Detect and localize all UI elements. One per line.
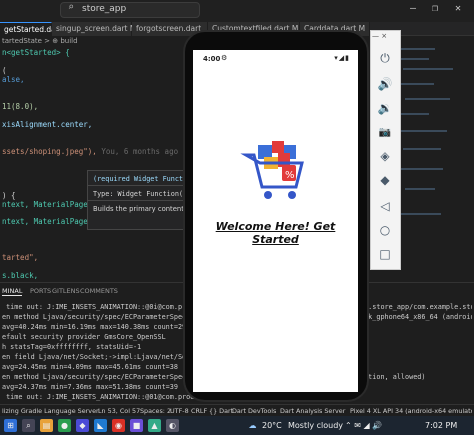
- console-line: sdk_gphone64_x86_64 (android-x64 emulato…: [360, 313, 472, 321]
- app-icon[interactable]: ●: [58, 419, 71, 432]
- console-line: ct.store_app/com.example.store_app.MainA…: [360, 303, 472, 311]
- hover-tooltip: (required Widget Function Type: Widget F…: [87, 170, 190, 230]
- volume-down-icon[interactable]: 🔉: [377, 100, 393, 116]
- status-time: 4:00: [203, 55, 221, 63]
- vscode-status-bar: lizing Gradle Language Server Ln 53, Col…: [0, 404, 474, 416]
- status-device[interactable]: Pixel 4 XL API 34 (android-x64 emulator): [350, 407, 472, 415]
- code-line: tarted",: [2, 253, 39, 262]
- settings-icon: ⚙: [221, 54, 228, 62]
- code-line: ) {: [2, 191, 16, 200]
- status-gradle[interactable]: lizing Gradle Language Server: [2, 407, 99, 415]
- console-line: h statsTag=0xffffffff, statsUid=-1: [2, 343, 142, 351]
- console-line: avg=40.24ms min=16.19ms max=140.38ms cou…: [2, 323, 187, 331]
- shopping-cart-image: %: [240, 141, 304, 199]
- console-line: avg=24.45ms min=4.09ms max=45.61ms count…: [2, 363, 178, 371]
- console-line: en method Ljava/security/spec/ECParamete…: [2, 313, 211, 321]
- tray-icons[interactable]: ⌃ ✉ ◢ 🔊: [345, 421, 382, 430]
- back-icon[interactable]: ◁: [377, 198, 393, 214]
- minimap[interactable]: [395, 38, 465, 278]
- home-icon[interactable]: ○: [377, 222, 393, 238]
- volume-up-icon[interactable]: 🔊: [377, 76, 393, 92]
- console-line: en method Ljava/security/spec/ECParamete…: [2, 373, 211, 381]
- code-line: alse,: [2, 75, 25, 84]
- status-indentation[interactable]: Spaces: 2: [140, 407, 171, 415]
- app-icon[interactable]: ◐: [166, 419, 179, 432]
- chrome-icon[interactable]: ◉: [112, 419, 125, 432]
- android-studio-icon[interactable]: ▲: [148, 419, 161, 432]
- console-line: ection, allowed): [360, 373, 426, 381]
- window-title-bar: ⌕ store_app — ❐ ✕: [0, 0, 474, 22]
- taskbar-clock[interactable]: 7:02 PM: [425, 421, 457, 430]
- android-status-bar: 4:00 ⚙ ▾◢▮: [193, 50, 358, 66]
- console-line: time out: J:IME_INSETS_ANIMATION::@0i@co…: [2, 303, 211, 311]
- tooltip-type: Type: Widget Function(Buil: [93, 190, 190, 198]
- power-icon[interactable]: ⏻: [377, 50, 393, 66]
- rotate-left-icon[interactable]: ◈: [377, 148, 393, 164]
- welcome-heading[interactable]: Welcome Here! Get Started: [193, 220, 358, 246]
- rotate-right-icon[interactable]: ◆: [377, 172, 393, 188]
- camera-icon[interactable]: 📷: [377, 125, 393, 141]
- svg-text:%: %: [285, 170, 295, 181]
- overview-icon[interactable]: □: [377, 246, 393, 262]
- console-line: efault security provider GmsCore_OpenSSL: [2, 333, 166, 341]
- console-line: avg=24.37ms min=7.36ms max=51.38ms count…: [2, 383, 178, 391]
- status-cursor-position[interactable]: Ln 53, Col 57: [98, 407, 140, 415]
- tab-signup-screen[interactable]: singup_screen.dart M: [52, 22, 136, 36]
- emulator-screen[interactable]: 4:00 ⚙ ▾◢▮ % Welcome Here! Get Started: [193, 50, 358, 392]
- code-line: xisAlignment.center,: [2, 120, 93, 129]
- emulator-window-controls[interactable]: — ×: [372, 32, 387, 40]
- restore-icon[interactable]: ❐: [432, 3, 438, 14]
- console-line: en field Ljava/net/Socket;->impl:Ljava/n…: [2, 353, 211, 361]
- tab-getstarted[interactable]: getStarted.dart: [0, 22, 62, 36]
- tab-terminal[interactable]: MINAL: [2, 287, 23, 296]
- weather-icon: ☁: [248, 421, 257, 430]
- status-encoding[interactable]: UTF-8: [170, 407, 189, 415]
- breadcrumb[interactable]: tartedState > ⊕ build: [0, 37, 78, 48]
- app-icon[interactable]: ◆: [76, 419, 89, 432]
- minimize-icon[interactable]: —: [410, 3, 416, 14]
- tab-comments[interactable]: COMMENTS: [80, 287, 118, 295]
- status-language[interactable]: {} Dart: [209, 407, 233, 415]
- close-icon[interactable]: ✕: [455, 3, 461, 14]
- tooltip-description: Builds the primary contents of t: [93, 205, 189, 213]
- status-dart-devtools[interactable]: Dart DevTools: [232, 407, 276, 415]
- status-dart-analysis[interactable]: Dart Analysis Server: [280, 407, 345, 415]
- app-icon[interactable]: ■: [130, 419, 143, 432]
- command-center-search[interactable]: [60, 2, 200, 18]
- window-title: store_app: [82, 4, 127, 14]
- search-icon: ⌕: [68, 2, 75, 13]
- console-line: time out: J:IME_INSETS_ANIMATION::@01@co…: [2, 393, 211, 401]
- start-icon[interactable]: ⊞: [4, 419, 17, 432]
- tooltip-signature: (required Widget Function: [93, 175, 190, 183]
- file-explorer-icon[interactable]: ▤: [40, 419, 53, 432]
- windows-taskbar: ⊞ ⌕ ▤ ● ◆ ◣ ◉ ■ ▲ ◐ ☁ 20°C Mostly cloudy…: [0, 416, 474, 435]
- code-line: n<getStarted> {: [2, 48, 70, 57]
- weather-temperature[interactable]: 20°C: [262, 421, 282, 430]
- status-eol[interactable]: CRLF: [191, 407, 207, 415]
- code-line: 11(8.0),: [2, 102, 39, 111]
- vscode-icon[interactable]: ◣: [94, 419, 107, 432]
- code-line: (: [2, 66, 7, 75]
- search-taskbar-icon[interactable]: ⌕: [22, 419, 35, 432]
- tab-ports[interactable]: PORTS: [30, 287, 51, 295]
- code-line: ssets/shoping.jpeg"), You, 6 months ago …: [2, 147, 206, 156]
- tab-gitlens[interactable]: GITLENS: [52, 287, 80, 295]
- signal-battery-icon: ▾◢▮: [334, 54, 350, 62]
- weather-description[interactable]: Mostly cloudy: [288, 421, 343, 430]
- code-line: s.black,: [2, 271, 39, 280]
